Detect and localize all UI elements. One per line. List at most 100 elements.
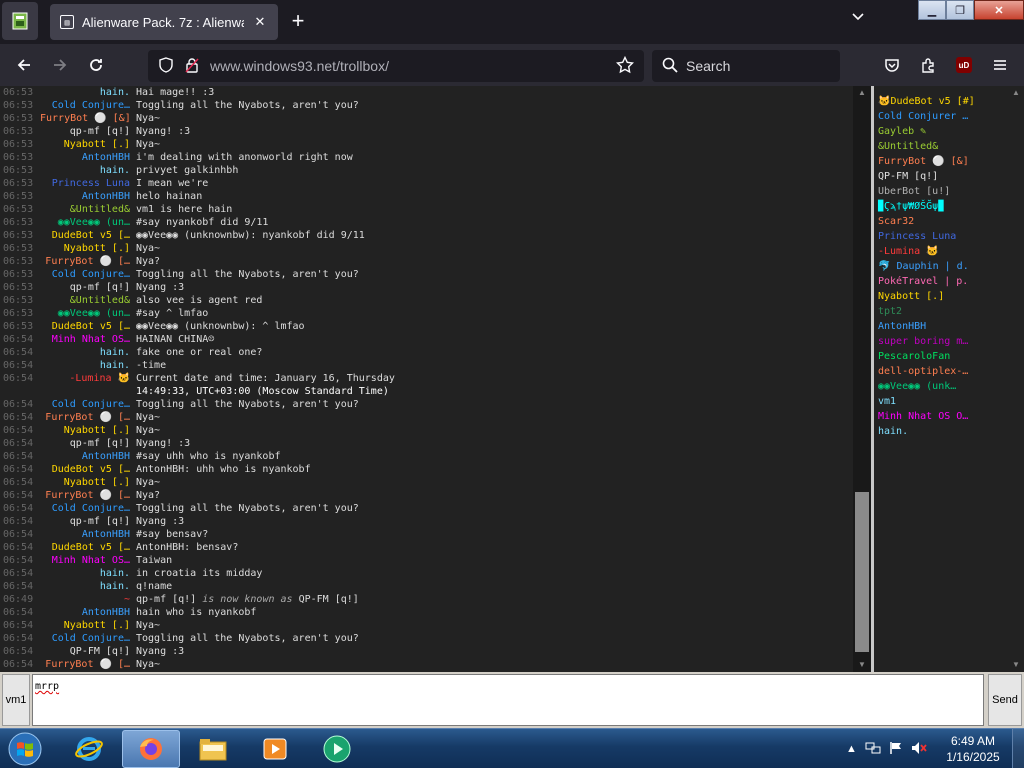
user-list-item[interactable]: FurryBot ⚪ [&] [874,154,1008,169]
user-list-item[interactable]: UberBot [u!] [874,184,1008,199]
app-icon[interactable] [2,2,38,40]
taskbar-file-explorer[interactable] [184,730,242,768]
forward-arrow-icon[interactable] [48,53,72,77]
user-list-item[interactable]: hain. [874,424,1008,439]
message-nick[interactable]: hain. [40,346,130,359]
message-nick[interactable]: FurryBot ⚪ [&] [40,112,130,125]
user-list-item[interactable]: tpt2 [874,304,1008,319]
message-nick[interactable]: DudeBot v5 [… [40,320,130,333]
message-nick[interactable]: AntonHBH [40,450,130,463]
message-nick[interactable]: DudeBot v5 [… [40,463,130,476]
message-nick[interactable]: -Lumina 🐱 [40,372,130,385]
scroll-down-arrow-icon[interactable]: ▼ [853,658,871,672]
nickname-button[interactable]: vm1 [2,674,30,726]
tray-overflow-arrow-icon[interactable]: ▲ [846,743,857,755]
show-desktop-button[interactable] [1012,729,1024,768]
message-nick[interactable]: &Untitled& [40,203,130,216]
url-text[interactable]: www.windows93.net/trollbox/ [210,58,606,74]
user-scroll-up-arrow-icon[interactable]: ▲ [1008,86,1024,100]
back-arrow-icon[interactable] [12,53,36,77]
user-list-item[interactable]: AntonHBH [874,319,1008,334]
extensions-icon[interactable] [916,53,940,77]
message-nick[interactable]: qp-mf [q!] [40,125,130,138]
taskbar-internet-explorer[interactable] [60,730,118,768]
message-nick[interactable]: Minh Nhat OS… [40,554,130,567]
bookmark-star-icon[interactable] [615,55,635,77]
user-list-item[interactable]: Gayleb ✎ [874,124,1008,139]
ublock-origin-icon[interactable]: uD [952,53,976,77]
message-nick[interactable]: qp-mf [q!] [40,437,130,450]
lock-icon[interactable] [184,57,200,76]
message-nick[interactable]: hain. [40,86,130,99]
action-center-flag-icon[interactable] [889,741,903,758]
chat-scroll-thumb[interactable] [855,492,869,652]
message-nick[interactable]: Nyabott [.] [40,619,130,632]
user-list-item[interactable]: &Untitled& [874,139,1008,154]
message-nick[interactable]: Minh Nhat OS… [40,333,130,346]
user-list-item[interactable]: super boring m… [874,334,1008,349]
new-tab-icon[interactable]: + [286,10,310,34]
message-nick[interactable]: qp-mf [q!] [40,515,130,528]
close-window-icon[interactable]: ✕ [974,0,1024,20]
message-nick[interactable]: AntonHBH [40,151,130,164]
message-nick[interactable]: hain. [40,580,130,593]
user-scroll-down-arrow-icon[interactable]: ▼ [1008,658,1024,672]
message-nick[interactable]: AntonHBH [40,528,130,541]
scroll-up-arrow-icon[interactable]: ▲ [853,86,871,100]
search-bar[interactable]: Search [652,50,840,82]
user-list-item[interactable]: ▉Ϛϡ†ψ₩ØŠĞψ▉ [874,199,1008,214]
list-tabs-icon[interactable] [846,10,870,34]
message-nick[interactable]: DudeBot v5 [… [40,229,130,242]
message-input[interactable]: mrrp [32,674,984,726]
user-list-item[interactable]: Minh Nhat OS O… [874,409,1008,424]
message-nick[interactable]: Cold Conjure… [40,502,130,515]
message-nick[interactable]: ◉◉Vee◉◉ (un… [40,216,130,229]
send-button[interactable]: Send [988,674,1022,726]
address-bar[interactable]: www.windows93.net/trollbox/ [148,50,644,82]
message-nick[interactable]: FurryBot ⚪ [… [40,658,130,671]
volume-muted-icon[interactable] [911,741,927,758]
message-nick[interactable]: ◉◉Vee◉◉ (un… [40,307,130,320]
pocket-icon[interactable] [880,53,904,77]
taskbar-clock[interactable]: 6:49 AM 1/16/2025 [936,733,1010,767]
user-list-scrollbar[interactable]: ▲ ▼ [1008,86,1024,672]
message-nick[interactable]: Cold Conjure… [40,268,130,281]
message-nick[interactable]: Nyabott [.] [40,138,130,151]
message-nick[interactable]: AntonHBH [40,606,130,619]
message-nick[interactable]: Princess Luna [40,177,130,190]
user-list-item[interactable]: 🐬 Dauphin | d. [874,259,1008,274]
message-nick[interactable]: FurryBot ⚪ [… [40,489,130,502]
network-icon[interactable] [865,741,881,758]
user-list-item[interactable]: Cold Conjurer … [874,109,1008,124]
user-list-item[interactable]: Scar32 [874,214,1008,229]
taskbar-windows-media-center[interactable] [308,730,366,768]
user-list-item[interactable]: -Lumina 🐱 [874,244,1008,259]
reload-icon[interactable] [84,53,108,77]
message-nick[interactable]: qp-mf [q!] [40,281,130,294]
user-list-item[interactable]: PokéTravel | p. [874,274,1008,289]
minimize-icon[interactable]: ▁ [918,0,946,20]
message-nick[interactable]: &Untitled& [40,294,130,307]
message-nick[interactable]: hain. [40,164,130,177]
message-nick[interactable]: FurryBot ⚪ [… [40,411,130,424]
message-nick[interactable]: Cold Conjure… [40,632,130,645]
message-nick[interactable]: Nyabott [.] [40,242,130,255]
user-list-item[interactable]: PescaroloFan [874,349,1008,364]
user-list-item[interactable]: vm1 [874,394,1008,409]
taskbar-firefox[interactable] [122,730,180,768]
message-nick[interactable]: Cold Conjure… [40,398,130,411]
menu-hamburger-icon[interactable] [988,53,1012,77]
message-nick[interactable]: FurryBot ⚪ [… [40,255,130,268]
message-nick[interactable]: DudeBot v5 [… [40,541,130,554]
start-button[interactable] [4,730,46,768]
user-list-item[interactable]: QP-FM [q!] [874,169,1008,184]
user-list-item[interactable]: Princess Luna [874,229,1008,244]
message-nick[interactable]: hain. [40,359,130,372]
user-list-item[interactable]: dell-optiplex-… [874,364,1008,379]
user-list-item[interactable]: ◉◉Vee◉◉ (unk… [874,379,1008,394]
message-nick[interactable]: hain. [40,567,130,580]
message-nick[interactable]: QP-FM [q!] [40,645,130,658]
site-info-shield-icon[interactable] [158,56,174,76]
message-nick[interactable]: Nyabott [.] [40,476,130,489]
message-nick[interactable]: AntonHBH [40,190,130,203]
